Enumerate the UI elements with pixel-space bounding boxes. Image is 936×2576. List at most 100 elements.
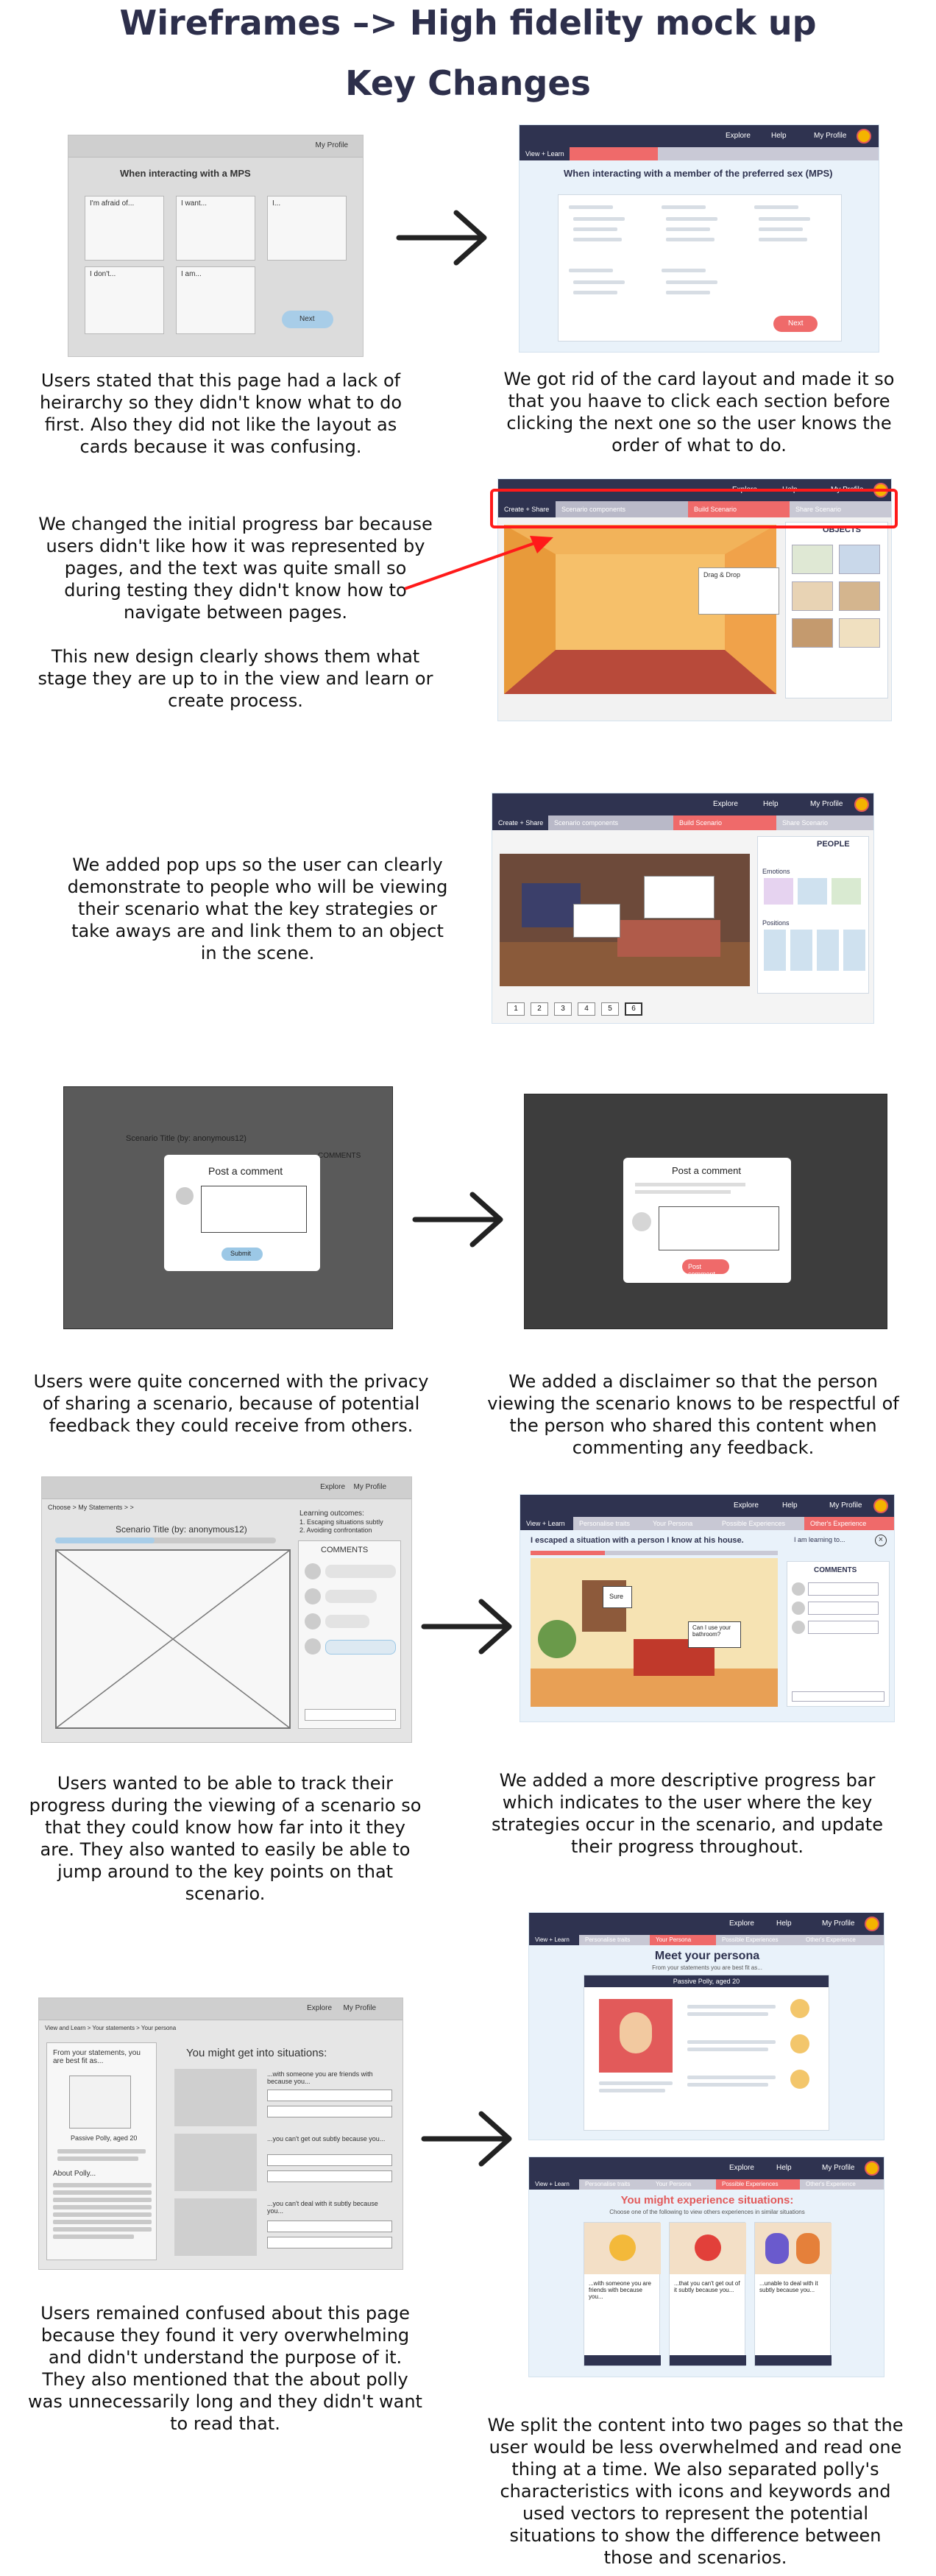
progress-step[interactable]: Personalise traits	[579, 1935, 650, 1945]
progress-step[interactable]: Share Scenario	[776, 815, 873, 830]
situation-card[interactable]: ...with someone you are friends with bec…	[584, 2222, 661, 2366]
wire-explore-link[interactable]: Explore	[307, 2004, 332, 2012]
progress-step[interactable]: View + Learn	[529, 1935, 579, 1945]
avatar[interactable]	[873, 1498, 888, 1513]
close-icon[interactable]: ×	[875, 1535, 887, 1546]
avatar[interactable]	[857, 129, 871, 144]
wire-situation-option[interactable]	[267, 2237, 392, 2248]
object-thumb[interactable]	[792, 618, 833, 648]
emotion-thumb[interactable]	[798, 878, 827, 905]
comment-modal: Post a comment Post comment	[623, 1158, 791, 1283]
wire-situation-option[interactable]	[267, 2106, 392, 2117]
wire-profile-link[interactable]: My Profile	[344, 2004, 376, 2012]
wire-situation-option[interactable]	[267, 2154, 392, 2166]
nav-profile-link[interactable]: My Profile	[810, 800, 843, 808]
page-tab-active[interactable]: 6	[625, 1002, 642, 1016]
wire-explore-link[interactable]: Explore	[320, 1483, 345, 1491]
submit-button[interactable]: Submit	[221, 1248, 263, 1261]
nav-explore-link[interactable]: Explore	[734, 1501, 759, 1510]
nav-help-link[interactable]: Help	[776, 1919, 792, 1928]
wire-card[interactable]: I am...	[176, 266, 255, 334]
wire-card[interactable]: I...	[267, 196, 347, 261]
object-thumb[interactable]	[839, 618, 880, 648]
nav-help-link[interactable]: Help	[763, 800, 779, 808]
progress-step-active[interactable]	[570, 147, 658, 160]
progress-step[interactable]: Your Persona	[647, 1517, 716, 1530]
progress-step-active[interactable]: Your Persona	[650, 1935, 716, 1945]
nav-help-link[interactable]: Help	[771, 132, 787, 140]
nav-explore-link[interactable]: Explore	[726, 132, 751, 140]
object-thumb[interactable]	[839, 581, 880, 611]
nav-explore-link[interactable]: Explore	[729, 2164, 754, 2172]
wire-profile-link[interactable]: My Profile	[316, 141, 348, 149]
arrow-right-icon	[421, 2111, 512, 2167]
progress-step[interactable]: View + Learn	[520, 147, 570, 160]
wire-left-title: From your statements, you are best fit a…	[53, 2049, 141, 2065]
progress-step[interactable]: Scenario components	[548, 815, 673, 830]
page-tab[interactable]: 4	[578, 1002, 595, 1016]
wire-profile-link[interactable]: My Profile	[354, 1483, 386, 1491]
popup-note[interactable]	[644, 876, 715, 919]
wire-situation-option[interactable]	[267, 2221, 392, 2232]
object-thumb[interactable]	[792, 545, 833, 574]
question-panel: Next	[558, 194, 842, 342]
progress-step[interactable]: Personalise traits	[573, 1517, 647, 1530]
progress-step[interactable]: Other's Experience	[800, 2179, 884, 2190]
nav-explore-link[interactable]: Explore	[729, 1919, 754, 1928]
progress-step[interactable]: View + Learn	[529, 2179, 579, 2190]
comment-input[interactable]	[792, 1691, 884, 1702]
popup-note[interactable]	[573, 904, 620, 938]
nav-help-link[interactable]: Help	[782, 1501, 798, 1510]
progress-step[interactable]: Create + Share	[492, 815, 548, 830]
page-tabs: 123456	[507, 1001, 642, 1016]
people-panel: PEOPLE Emotions Positions	[757, 836, 869, 994]
wire-card[interactable]: I'm afraid of...	[85, 196, 164, 261]
wire-situation-option[interactable]	[267, 2090, 392, 2101]
nav-explore-link[interactable]: Explore	[713, 800, 738, 808]
nav-profile-link[interactable]: My Profile	[814, 132, 846, 140]
page-tab[interactable]: 3	[554, 1002, 572, 1016]
progress-step[interactable]: Other's Experience	[800, 1935, 884, 1945]
nav-profile-link[interactable]: My Profile	[822, 2164, 854, 2172]
nav-profile-link[interactable]: My Profile	[822, 1919, 854, 1928]
progress-step-active[interactable]: Other's Experience	[804, 1517, 894, 1530]
progress-step[interactable]: Possible Experiences	[716, 1517, 804, 1530]
situation-card[interactable]: ...unable to deal with it subtly because…	[754, 2222, 832, 2366]
position-thumb[interactable]	[843, 930, 865, 971]
post-comment-button[interactable]: Post comment	[682, 1259, 729, 1278]
object-thumb[interactable]	[839, 545, 880, 574]
position-thumb[interactable]	[790, 930, 812, 971]
nav-help-link[interactable]: Help	[776, 2164, 792, 2172]
wire-situation-option[interactable]	[267, 2170, 392, 2182]
page-tab[interactable]: 1	[507, 1002, 525, 1016]
wire-next-button[interactable]: Next	[282, 311, 333, 328]
object-thumb[interactable]	[792, 581, 833, 611]
comment-textarea[interactable]	[201, 1186, 307, 1233]
situations-subheading: Choose one of the following to view othe…	[609, 2209, 805, 2215]
post-comment-label: Post comment	[688, 1263, 716, 1278]
progress-step[interactable]: Possible Experiences	[716, 1935, 800, 1945]
progress-step[interactable]: View + Learn	[520, 1517, 573, 1530]
position-thumb[interactable]	[817, 930, 839, 971]
progress-step-active[interactable]: Possible Experiences	[716, 2179, 800, 2190]
progress-step[interactable]: Your Persona	[650, 2179, 716, 2190]
wire-card[interactable]: I want...	[176, 196, 255, 261]
comment-textarea[interactable]	[659, 1206, 779, 1250]
avatar[interactable]	[854, 797, 869, 812]
emotion-thumb[interactable]	[832, 878, 861, 905]
position-thumb[interactable]	[764, 930, 786, 971]
emotion-thumb[interactable]	[764, 878, 793, 905]
progress-step-active[interactable]: Build Scenario	[673, 815, 776, 830]
page-tab[interactable]: 2	[531, 1002, 548, 1016]
progress-step[interactable]: Personalise traits	[579, 2179, 650, 2190]
wire-card[interactable]: I don't...	[85, 266, 164, 334]
wire-comment-input[interactable]	[305, 1709, 396, 1721]
hifi-next-button[interactable]: Next	[773, 316, 818, 332]
avatar[interactable]	[865, 2161, 879, 2176]
drag-drop-popup[interactable]: Drag & Drop	[698, 567, 779, 615]
situation-card[interactable]: ...that you can't get out of it subtly b…	[669, 2222, 746, 2366]
nav-profile-link[interactable]: My Profile	[829, 1501, 862, 1510]
page-tab[interactable]: 5	[601, 1002, 619, 1016]
bedroom-scene-image[interactable]	[500, 854, 750, 986]
avatar[interactable]	[865, 1917, 879, 1931]
